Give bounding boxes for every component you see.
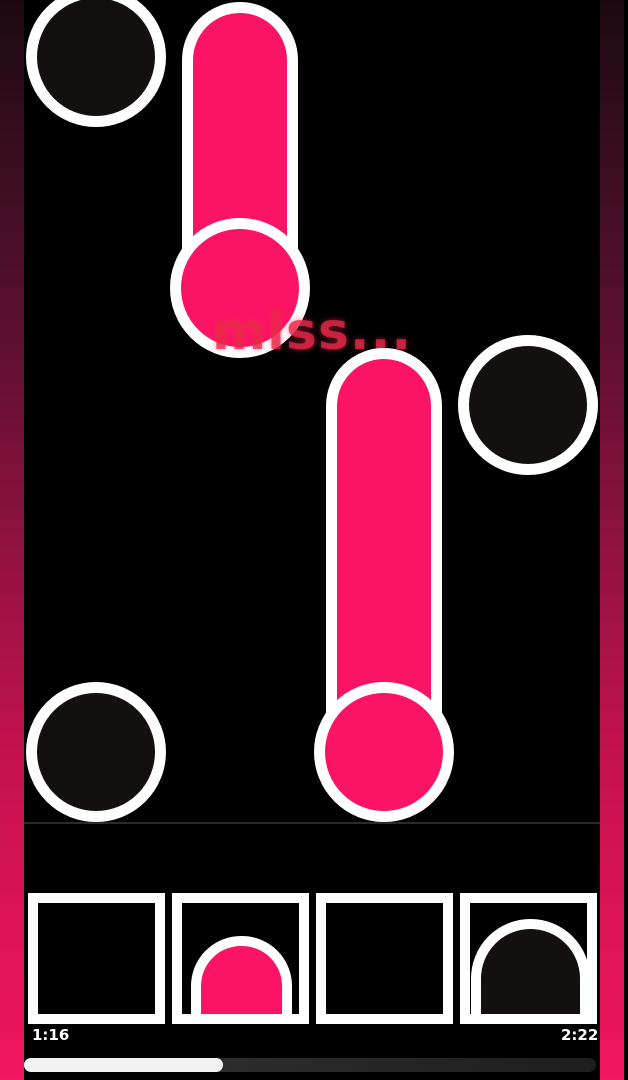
lane-key-4[interactable] [460, 893, 597, 1024]
lane-key-2[interactable] [172, 893, 309, 1024]
tap-note-lane-1-near [26, 682, 166, 822]
hold-note-head-lane-3 [314, 682, 454, 822]
elapsed-time: 1:16 [32, 1026, 70, 1044]
key-hold-indicator-pink [191, 936, 292, 1014]
playfield[interactable]: miss... [24, 0, 600, 1080]
total-time: 2:22 [561, 1026, 599, 1044]
left-gradient-border [0, 0, 24, 1080]
lane-key-1[interactable] [28, 893, 165, 1024]
key-press-indicator-dark [471, 919, 587, 1014]
song-progress-track[interactable] [24, 1058, 596, 1072]
rhythm-game-screen: miss... 1:16 2:22 [0, 0, 628, 1080]
tap-note-lane-4 [458, 335, 598, 475]
hold-note-body-lane-3 [326, 348, 442, 728]
judgement-line [24, 822, 600, 824]
tap-note-lane-1 [26, 0, 166, 127]
right-gradient-border [600, 0, 624, 1080]
lane-key-3[interactable] [316, 893, 453, 1024]
song-progress-fill [24, 1058, 223, 1072]
